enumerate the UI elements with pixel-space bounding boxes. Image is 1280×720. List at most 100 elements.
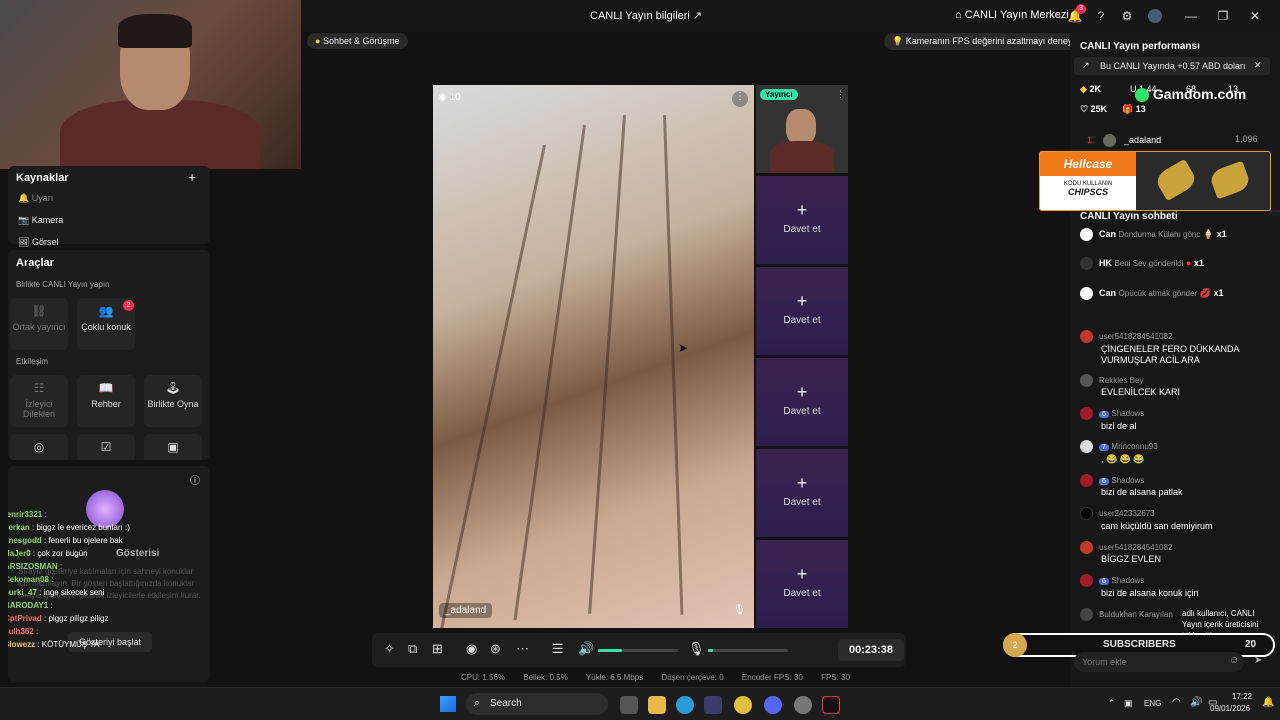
- taskbar-search[interactable]: ⌕ Search: [466, 693, 608, 715]
- record-icon[interactable]: ◉: [466, 641, 477, 657]
- volume-slider[interactable]: [598, 649, 678, 652]
- play-together-button[interactable]: 🕹 Birlikte Oyna: [144, 375, 202, 427]
- windows-start-icon[interactable]: [440, 696, 456, 712]
- task-view-icon[interactable]: [620, 696, 638, 714]
- guide-button[interactable]: 📖 Rehber: [77, 375, 135, 427]
- avatar[interactable]: [1148, 9, 1162, 23]
- host-thumbnail[interactable]: Yayıncı ⋮: [756, 85, 848, 173]
- live-info-title[interactable]: CANLI Yayın bilgileri ↗: [590, 9, 702, 22]
- tray-app-icon[interactable]: ▣: [1124, 698, 1133, 709]
- invite-slot[interactable]: + Davet et: [756, 267, 848, 355]
- mic-level-slider[interactable]: [708, 649, 788, 652]
- chat-message: Rekkles Bey: [1080, 374, 1143, 387]
- more-icon[interactable]: ⋮: [836, 89, 845, 100]
- avatar: [1080, 541, 1093, 554]
- more-icon[interactable]: ⋮: [732, 91, 748, 107]
- edge-icon[interactable]: [676, 696, 694, 714]
- notification-badge: 3: [1076, 4, 1086, 14]
- bell-icon: 🔔: [18, 193, 30, 203]
- plus-icon: +: [796, 473, 808, 493]
- chat-user: fenrir3321: [8, 510, 43, 519]
- source-item-image[interactable]: 🖼 Görsel: [18, 237, 58, 248]
- guest-video[interactable]: ◉ 10 ⋮ _adaland 🎙: [433, 85, 754, 628]
- gift-row: Can Öpücük atmak gönder 💋 x1: [1080, 287, 1224, 300]
- add-source-button[interactable]: +: [188, 169, 196, 185]
- home-icon: ⌂: [955, 9, 962, 21]
- stat-encoder: Encoder FPS: 30: [741, 673, 803, 682]
- settings-sliders-icon[interactable]: ☰: [552, 641, 564, 657]
- chat-user: CptPrivad: [8, 614, 42, 623]
- live-center-link[interactable]: ⌂ CANLI Yayın Merkezi: [955, 9, 1069, 21]
- chat-user: Cekoman08: [8, 575, 49, 584]
- invite-slot[interactable]: + Davet et: [756, 358, 848, 446]
- top-viewer-row[interactable]: 1 _adaland: [1087, 134, 1161, 147]
- avatar: [1102, 134, 1116, 147]
- settings-app-icon[interactable]: [794, 696, 812, 714]
- viewer-requests-button[interactable]: ☷ İzleyici Dilekleri: [10, 375, 68, 427]
- tool-extra-2[interactable]: ☑: [77, 434, 135, 460]
- share-icon: ↗: [692, 10, 703, 22]
- more-options-icon[interactable]: ⋯: [516, 641, 529, 657]
- message-text: , 😂 😂 😂: [1101, 454, 1145, 464]
- tray-chevron-icon[interactable]: ⌃: [1108, 698, 1116, 709]
- avatar: [1080, 574, 1093, 587]
- clock-time[interactable]: 17:22: [1232, 692, 1252, 701]
- chat-message: user5418284541082: [1080, 541, 1172, 554]
- clock-date[interactable]: 09/01/2026: [1210, 704, 1250, 713]
- camera-switch-icon[interactable]: ⊛: [490, 641, 501, 657]
- screen-share-icon[interactable]: ⧉: [408, 641, 417, 657]
- discord-icon[interactable]: [764, 696, 782, 714]
- source-item-alert[interactable]: 🔔 Uyarı: [18, 193, 53, 204]
- plus-icon: +: [796, 564, 808, 584]
- close-button[interactable]: ✕: [1244, 6, 1266, 26]
- chat-line: enesgodd : fenerli bu ojelere bak: [8, 534, 130, 547]
- volume-icon[interactable]: 🔊: [1190, 697, 1202, 708]
- fps-tip-chip[interactable]: 💡 Kameranın FPS değerini azaltmayı deney…: [884, 33, 1088, 50]
- comment-input[interactable]: Yorum ekle: [1074, 652, 1244, 672]
- source-item-camera[interactable]: 📷 Kamera: [18, 215, 63, 226]
- chrome-icon[interactable]: [734, 696, 752, 714]
- language-indicator[interactable]: ENG: [1144, 699, 1161, 708]
- hellcase-code: CHIPSCS: [1067, 187, 1108, 197]
- chat-user: enesgodd: [8, 536, 42, 545]
- chat-message: 6 Shadows: [1080, 574, 1144, 587]
- close-icon[interactable]: ✕: [1254, 60, 1262, 71]
- wifi-icon[interactable]: ◠: [1172, 697, 1181, 708]
- help-icon[interactable]: ?: [1090, 6, 1112, 26]
- microphone-icon[interactable]: 🎙: [688, 641, 705, 657]
- maximize-button[interactable]: ❐: [1212, 6, 1234, 26]
- tool-extra-3[interactable]: ▣: [144, 434, 202, 460]
- chat-user: HaJer0: [8, 549, 31, 558]
- mic-icon[interactable]: 🎙: [733, 605, 746, 616]
- gift-count: x1: [1193, 257, 1204, 268]
- emoji-icon[interactable]: ☺: [1229, 655, 1239, 666]
- minimize-button[interactable]: —: [1180, 6, 1202, 26]
- rank-number: 1: [1087, 134, 1093, 145]
- help-icon[interactable]: ⓘ: [190, 472, 200, 487]
- invite-slot[interactable]: + Davet et: [756, 449, 848, 537]
- chat-bubble-icon: ●: [315, 36, 321, 46]
- layout-icon[interactable]: ⊞: [432, 641, 443, 657]
- file-explorer-icon[interactable]: [648, 696, 666, 714]
- chat-call-chip[interactable]: ● Sohbet & Görüşme: [307, 33, 408, 49]
- magic-wand-icon[interactable]: ✧: [384, 641, 395, 657]
- invite-slot[interactable]: + Davet et: [756, 176, 848, 264]
- gear-icon[interactable]: ⚙: [1116, 6, 1138, 26]
- send-icon[interactable]: ➤: [1254, 655, 1262, 666]
- tool-extra-1[interactable]: ◎: [10, 434, 68, 460]
- co-host-button[interactable]: ⛓ Ortak yayıncı: [10, 298, 68, 350]
- plus-icon: +: [796, 382, 808, 402]
- speaker-icon[interactable]: 🔊: [578, 641, 594, 657]
- invite-slot[interactable]: + Davet et: [756, 540, 848, 628]
- sources-panel: Kaynaklar + 🔔 Uyarı 📷 Kamera 🖼 Görsel: [8, 166, 210, 247]
- store-icon[interactable]: [704, 696, 722, 714]
- chat-line: CptPrivad : piggz piligz piligz: [8, 612, 130, 625]
- host-badge: Yayıncı: [760, 89, 798, 100]
- gift-row: Can Dondurma Külahı gönc 🍦 x1: [1080, 228, 1227, 241]
- request-icon: ☷: [33, 381, 45, 395]
- tiktok-live-icon[interactable]: [822, 696, 840, 714]
- gift-count: x1: [1213, 287, 1224, 298]
- notification-icon[interactable]: 🔔: [1262, 697, 1274, 708]
- chat-msg: : piggz piligz piligz: [44, 614, 109, 623]
- stat-memory: Bellek: 0.5%: [523, 673, 568, 682]
